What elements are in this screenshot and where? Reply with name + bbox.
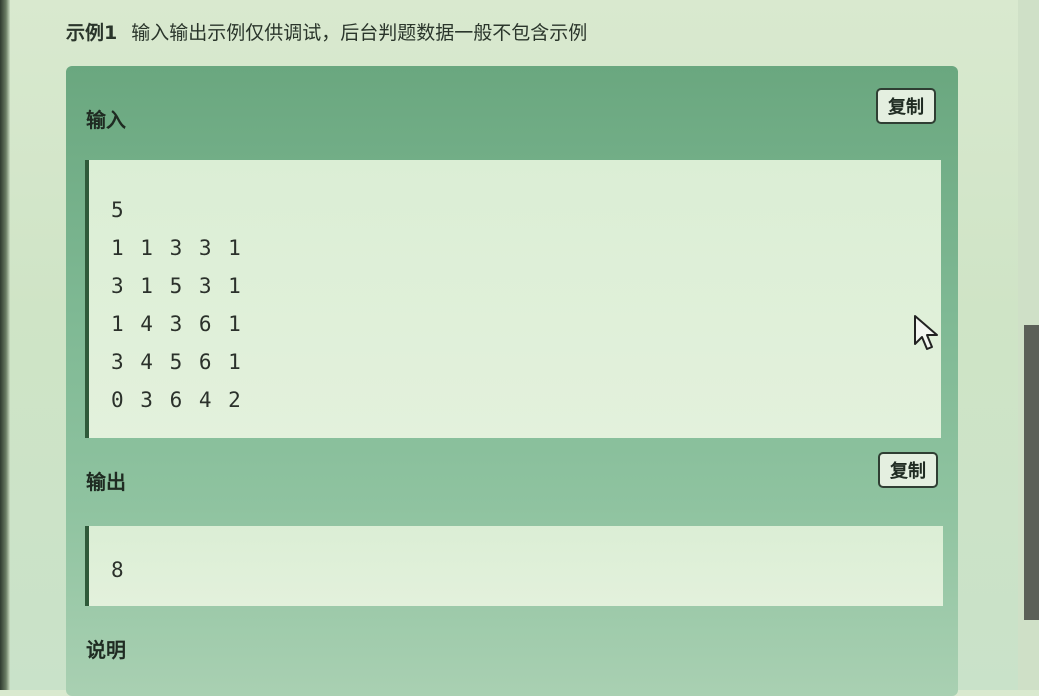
output-line: 8 (111, 558, 126, 582)
example-label: 示例1 (66, 22, 118, 44)
copy-output-button[interactable]: 复制 (878, 452, 938, 488)
output-code-block: 8 (85, 526, 943, 606)
example-heading: 示例1 输入输出示例仅供调试，后台判题数据一般不包含示例 (66, 18, 587, 45)
input-line: 5 (111, 198, 126, 222)
scrollbar[interactable] (1024, 325, 1039, 620)
mouse-pointer-icon (914, 315, 938, 350)
example-note: 输入输出示例仅供调试，后台判题数据一般不包含示例 (131, 22, 588, 44)
input-line: 3 4 5 6 1 (111, 350, 243, 374)
input-line: 0 3 6 4 2 (111, 388, 243, 412)
input-line: 1 4 3 6 1 (111, 312, 243, 336)
input-title: 输入 (86, 108, 126, 132)
copy-input-button[interactable]: 复制 (876, 88, 936, 124)
screen-left-edge (0, 0, 10, 690)
explanation-title: 说明 (86, 638, 126, 662)
input-line: 1 1 3 3 1 (111, 236, 243, 260)
input-code-block: 5 1 1 3 3 1 3 1 5 3 1 1 4 3 6 1 3 4 5 6 … (85, 160, 941, 438)
output-title: 输出 (86, 470, 126, 494)
input-line: 3 1 5 3 1 (111, 274, 243, 298)
